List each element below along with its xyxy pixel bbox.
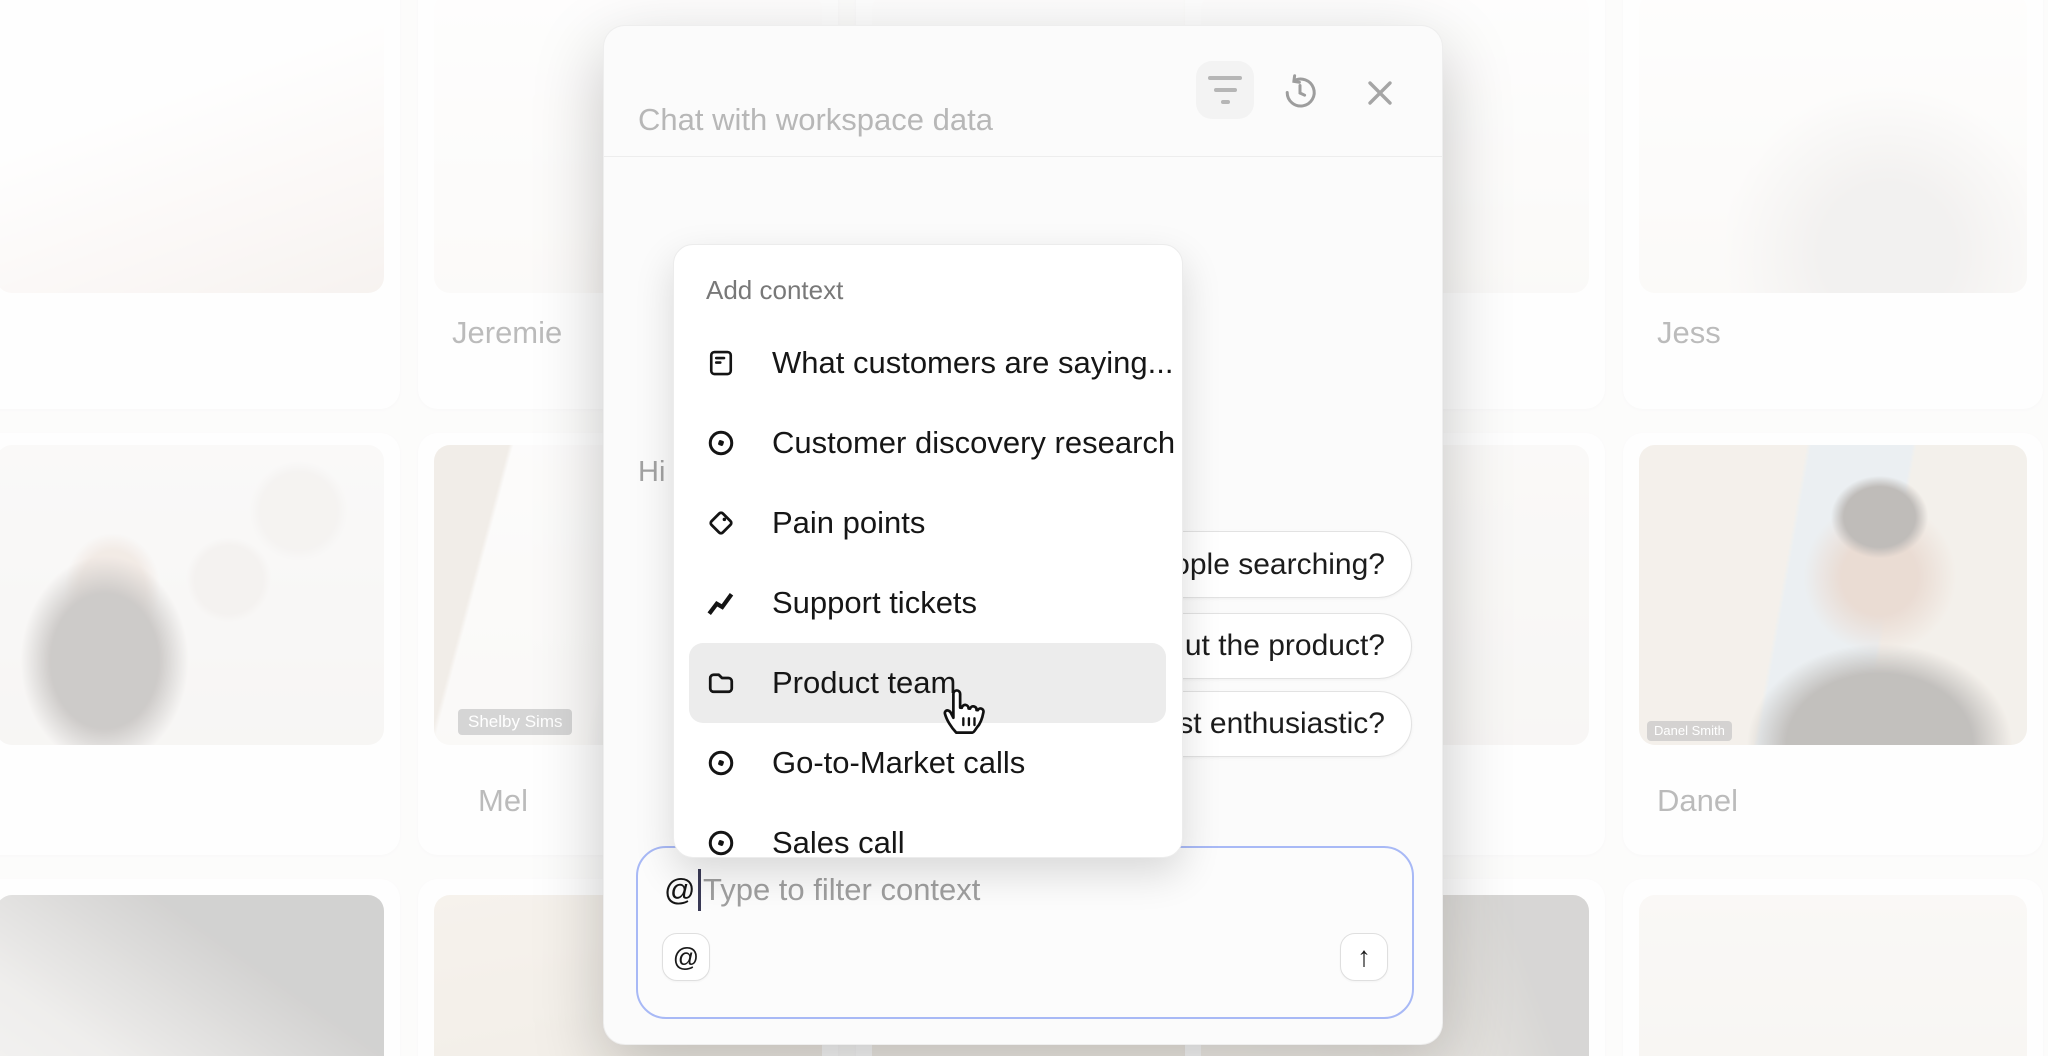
modal-title: Chat with workspace data [638,102,993,138]
menu-item-label: Product team [772,665,956,701]
filter-lines-icon [1221,100,1230,104]
menu-item-pain-points[interactable]: Pain points [689,483,1166,563]
dropdown-label: Add context [706,275,843,306]
document-icon [706,348,736,378]
menu-item-what-customers-are-saying[interactable]: What customers are saying... [689,323,1166,403]
assistant-greeting: Hi [638,456,665,489]
filter-button[interactable] [1196,61,1254,119]
menu-item-label: Sales call [772,825,905,858]
add-context-dropdown: Add context What customers are saying... [673,244,1183,858]
menu-item-label: Support tickets [772,585,977,621]
history-icon [1280,73,1320,113]
screen: Jeremie Jess Shelby Sims Mel Danel Smith… [0,0,2048,1056]
menu-item-label: Go-to-Market calls [772,745,1025,781]
chat-composer[interactable]: @ Type to filter context @ ↑ [636,846,1414,1019]
trend-icon [706,588,736,618]
dropdown-items: What customers are saying... Customer di… [674,323,1182,858]
filter-lines-icon [1208,76,1242,80]
record-icon [706,828,736,858]
menu-item-label: Customer discovery research [772,425,1175,461]
menu-item-support-tickets[interactable]: Support tickets [689,563,1166,643]
menu-item-customer-discovery-research[interactable]: Customer discovery research [689,403,1166,483]
suggestion-chip-label: ut the product? [1185,629,1385,663]
history-button[interactable] [1278,71,1322,115]
suggestion-chip-label: st enthusiastic? [1178,707,1385,741]
menu-item-product-team[interactable]: Product team [689,643,1166,723]
menu-item-label: Pain points [772,505,925,541]
text-caret [698,869,701,911]
menu-item-go-to-market-calls[interactable]: Go-to-Market calls [689,723,1166,803]
typed-mention-char: @ [664,872,695,908]
record-icon [706,428,736,458]
suggestion-chip-label: ople searching? [1173,548,1385,582]
chat-input-placeholder: Type to filter context [703,872,980,908]
mention-button[interactable]: @ [662,933,710,981]
arrow-up-icon: ↑ [1357,941,1371,973]
menu-item-label: What customers are saying... [772,345,1173,381]
chat-input[interactable]: @ Type to filter context [664,868,980,912]
header-divider [604,156,1442,157]
send-button[interactable]: ↑ [1340,933,1388,981]
filter-lines-icon [1214,88,1237,92]
folder-icon [706,668,736,698]
close-button[interactable] [1358,71,1402,115]
menu-item-sales-call[interactable]: Sales call [689,803,1166,858]
close-icon [1364,77,1396,109]
hand-cursor [936,680,990,738]
record-icon [706,748,736,778]
at-icon: @ [673,942,699,973]
tag-icon [706,508,736,538]
